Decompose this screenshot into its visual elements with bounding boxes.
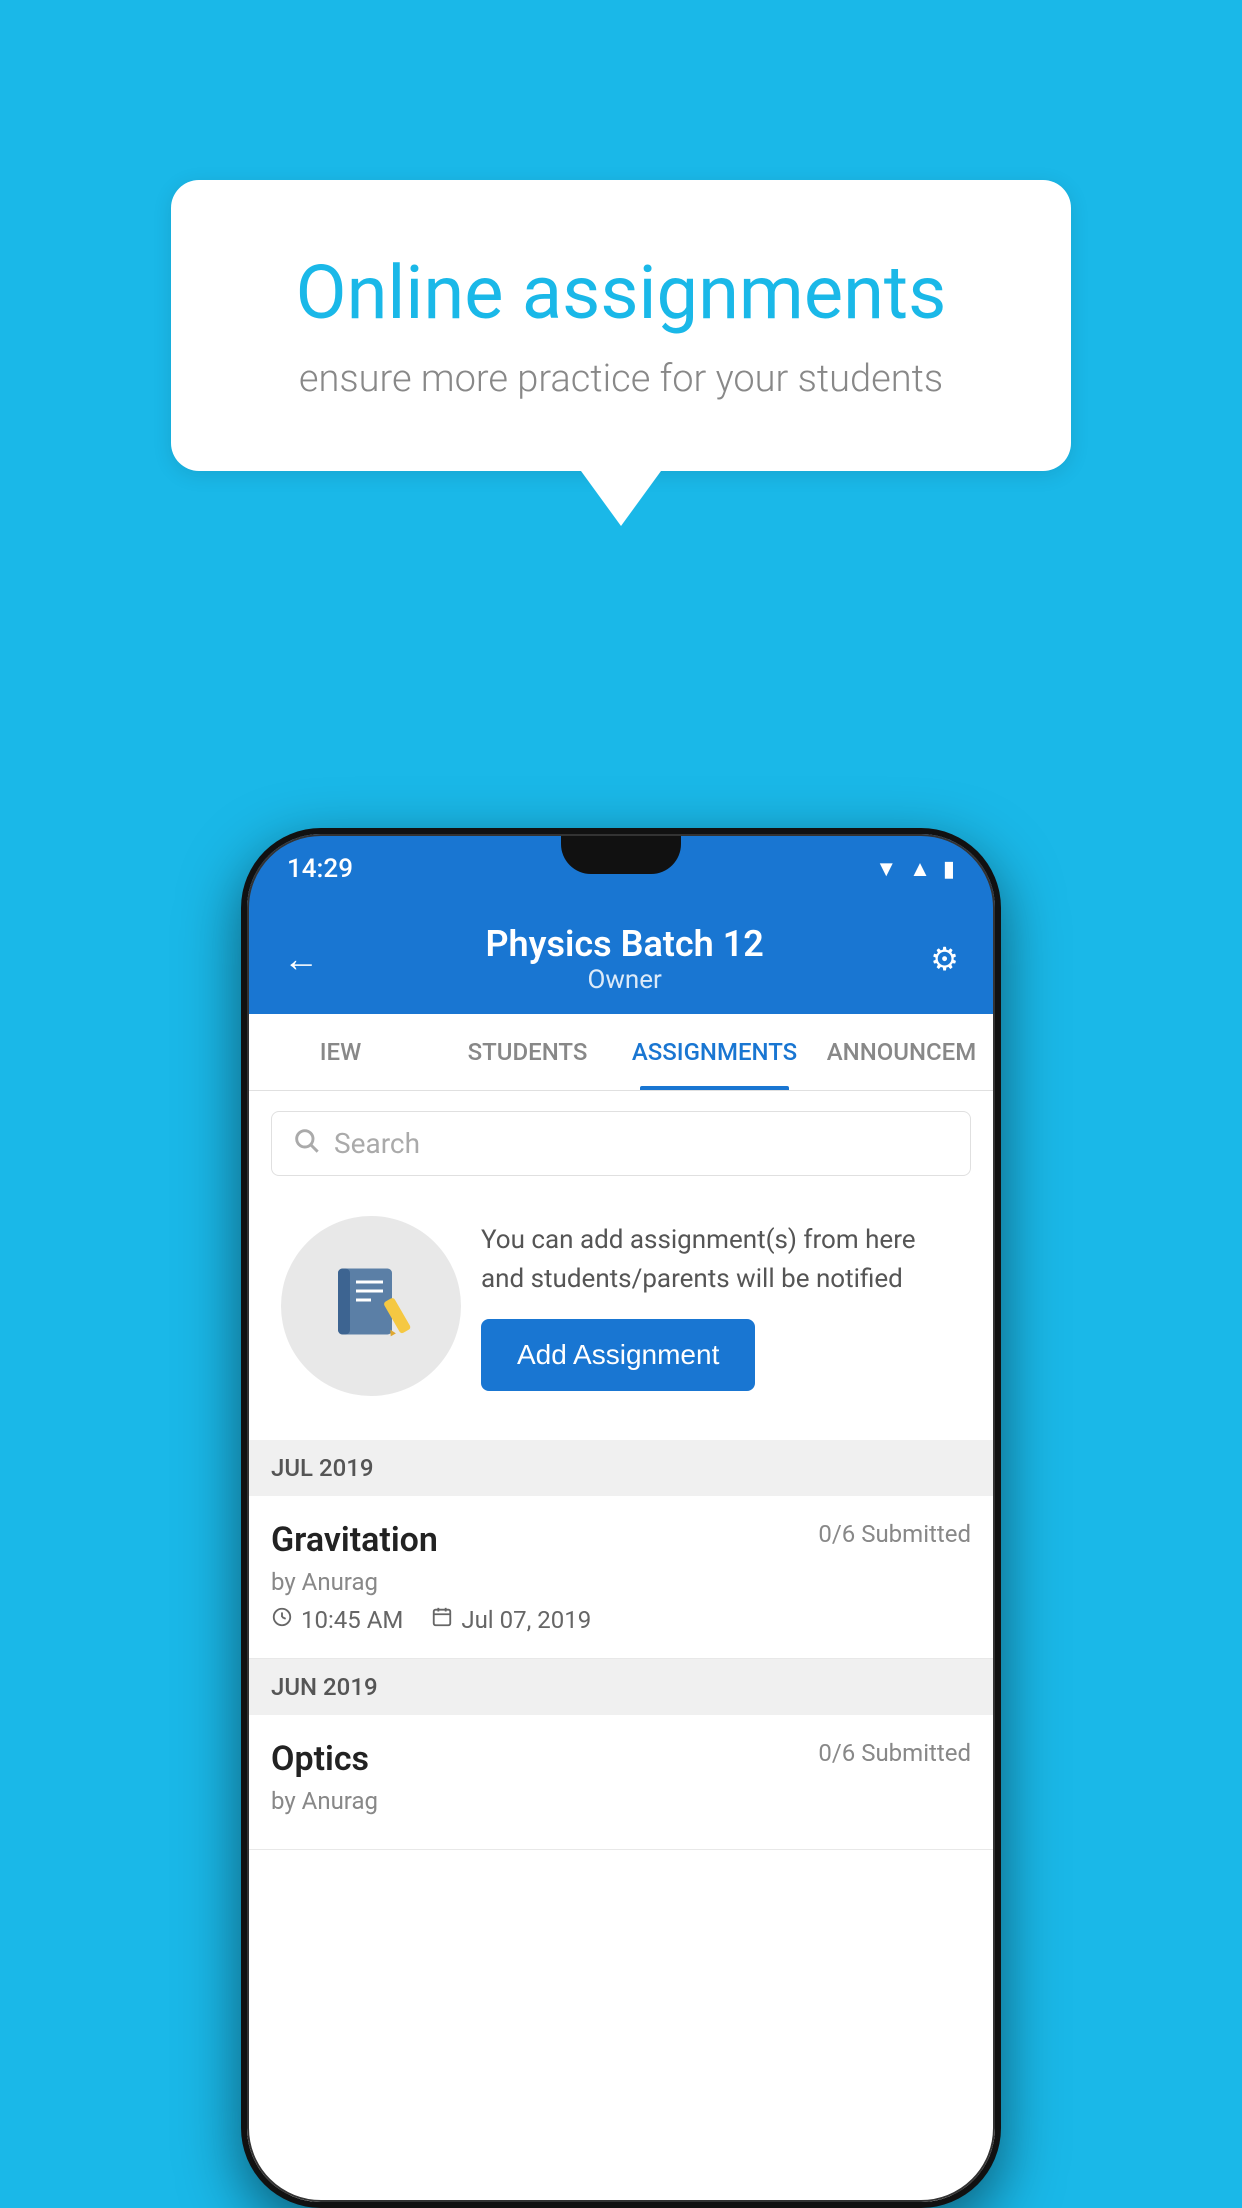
assignment-item-optics[interactable]: Optics 0/6 Submitted by Anurag <box>247 1715 995 1850</box>
back-button[interactable]: ← <box>283 938 319 980</box>
app-bar-title: Physics Batch 12 <box>485 923 763 965</box>
calendar-icon <box>431 1606 453 1634</box>
signal-icon <box>909 856 931 882</box>
assignment-date-gravitation: Jul 07, 2019 <box>431 1606 591 1634</box>
assignment-submitted-gravitation: 0/6 Submitted <box>818 1520 971 1548</box>
assignment-item-gravitation[interactable]: Gravitation 0/6 Submitted by Anurag <box>247 1496 995 1659</box>
speech-bubble-subtitle: ensure more practice for your students <box>251 357 991 401</box>
app-bar: ← Physics Batch 12 Owner ⚙ <box>247 904 995 1014</box>
app-bar-subtitle: Owner <box>485 965 763 995</box>
speech-bubble-container: Online assignments ensure more practice … <box>171 180 1071 526</box>
tab-students[interactable]: STUDENTS <box>434 1014 621 1090</box>
assignment-meta-gravitation: 10:45 AM Jul 07, 201 <box>271 1606 971 1634</box>
battery-icon <box>943 857 955 882</box>
phone-container: 14:29 ← Physics Batch 12 Owner ⚙ <box>241 828 1001 2208</box>
app-bar-center: Physics Batch 12 Owner <box>485 923 763 995</box>
section-header-jun: JUN 2019 <box>247 1659 995 1715</box>
speech-bubble: Online assignments ensure more practice … <box>171 180 1071 471</box>
assignment-icon-circle <box>281 1216 461 1396</box>
tabs-container: IEW STUDENTS ASSIGNMENTS ANNOUNCEM <box>247 1014 995 1091</box>
time-text-gravitation: 10:45 AM <box>301 1606 403 1634</box>
add-assignment-button[interactable]: Add Assignment <box>481 1319 755 1391</box>
wifi-icon <box>875 856 897 882</box>
search-bar[interactable]: Search <box>271 1111 971 1176</box>
tab-iew[interactable]: IEW <box>247 1014 434 1090</box>
empty-state-text: You can add assignment(s) from here and … <box>481 1221 961 1299</box>
search-icon <box>292 1126 320 1161</box>
assignment-by-optics: by Anurag <box>271 1787 971 1815</box>
search-placeholder: Search <box>334 1127 420 1160</box>
status-bar: 14:29 <box>247 834 995 904</box>
status-time: 14:29 <box>287 854 353 884</box>
phone-screen: 14:29 ← Physics Batch 12 Owner ⚙ <box>247 834 995 2202</box>
notch <box>561 834 681 874</box>
tab-announcements[interactable]: ANNOUNCEM <box>808 1014 995 1090</box>
assignment-submitted-optics: 0/6 Submitted <box>818 1739 971 1767</box>
settings-button[interactable]: ⚙ <box>930 940 959 978</box>
phone-shell: 14:29 ← Physics Batch 12 Owner ⚙ <box>241 828 1001 2208</box>
clock-icon <box>271 1606 293 1634</box>
date-text-gravitation: Jul 07, 2019 <box>461 1606 591 1634</box>
section-header-jul: JUL 2019 <box>247 1440 995 1496</box>
assignment-time-gravitation: 10:45 AM <box>271 1606 403 1634</box>
tab-assignments[interactable]: ASSIGNMENTS <box>621 1014 808 1090</box>
speech-bubble-arrow <box>581 471 661 526</box>
assignment-name-gravitation: Gravitation <box>271 1520 438 1560</box>
screen-content: Search <box>247 1091 995 2202</box>
empty-state: You can add assignment(s) from here and … <box>271 1196 971 1416</box>
assignment-item-top: Gravitation 0/6 Submitted <box>271 1520 971 1560</box>
assignment-by-gravitation: by Anurag <box>271 1568 971 1596</box>
speech-bubble-title: Online assignments <box>251 250 991 337</box>
empty-state-right: You can add assignment(s) from here and … <box>481 1221 961 1391</box>
assignment-item-top-optics: Optics 0/6 Submitted <box>271 1739 971 1779</box>
assignment-name-optics: Optics <box>271 1739 369 1779</box>
status-icons <box>875 856 955 882</box>
